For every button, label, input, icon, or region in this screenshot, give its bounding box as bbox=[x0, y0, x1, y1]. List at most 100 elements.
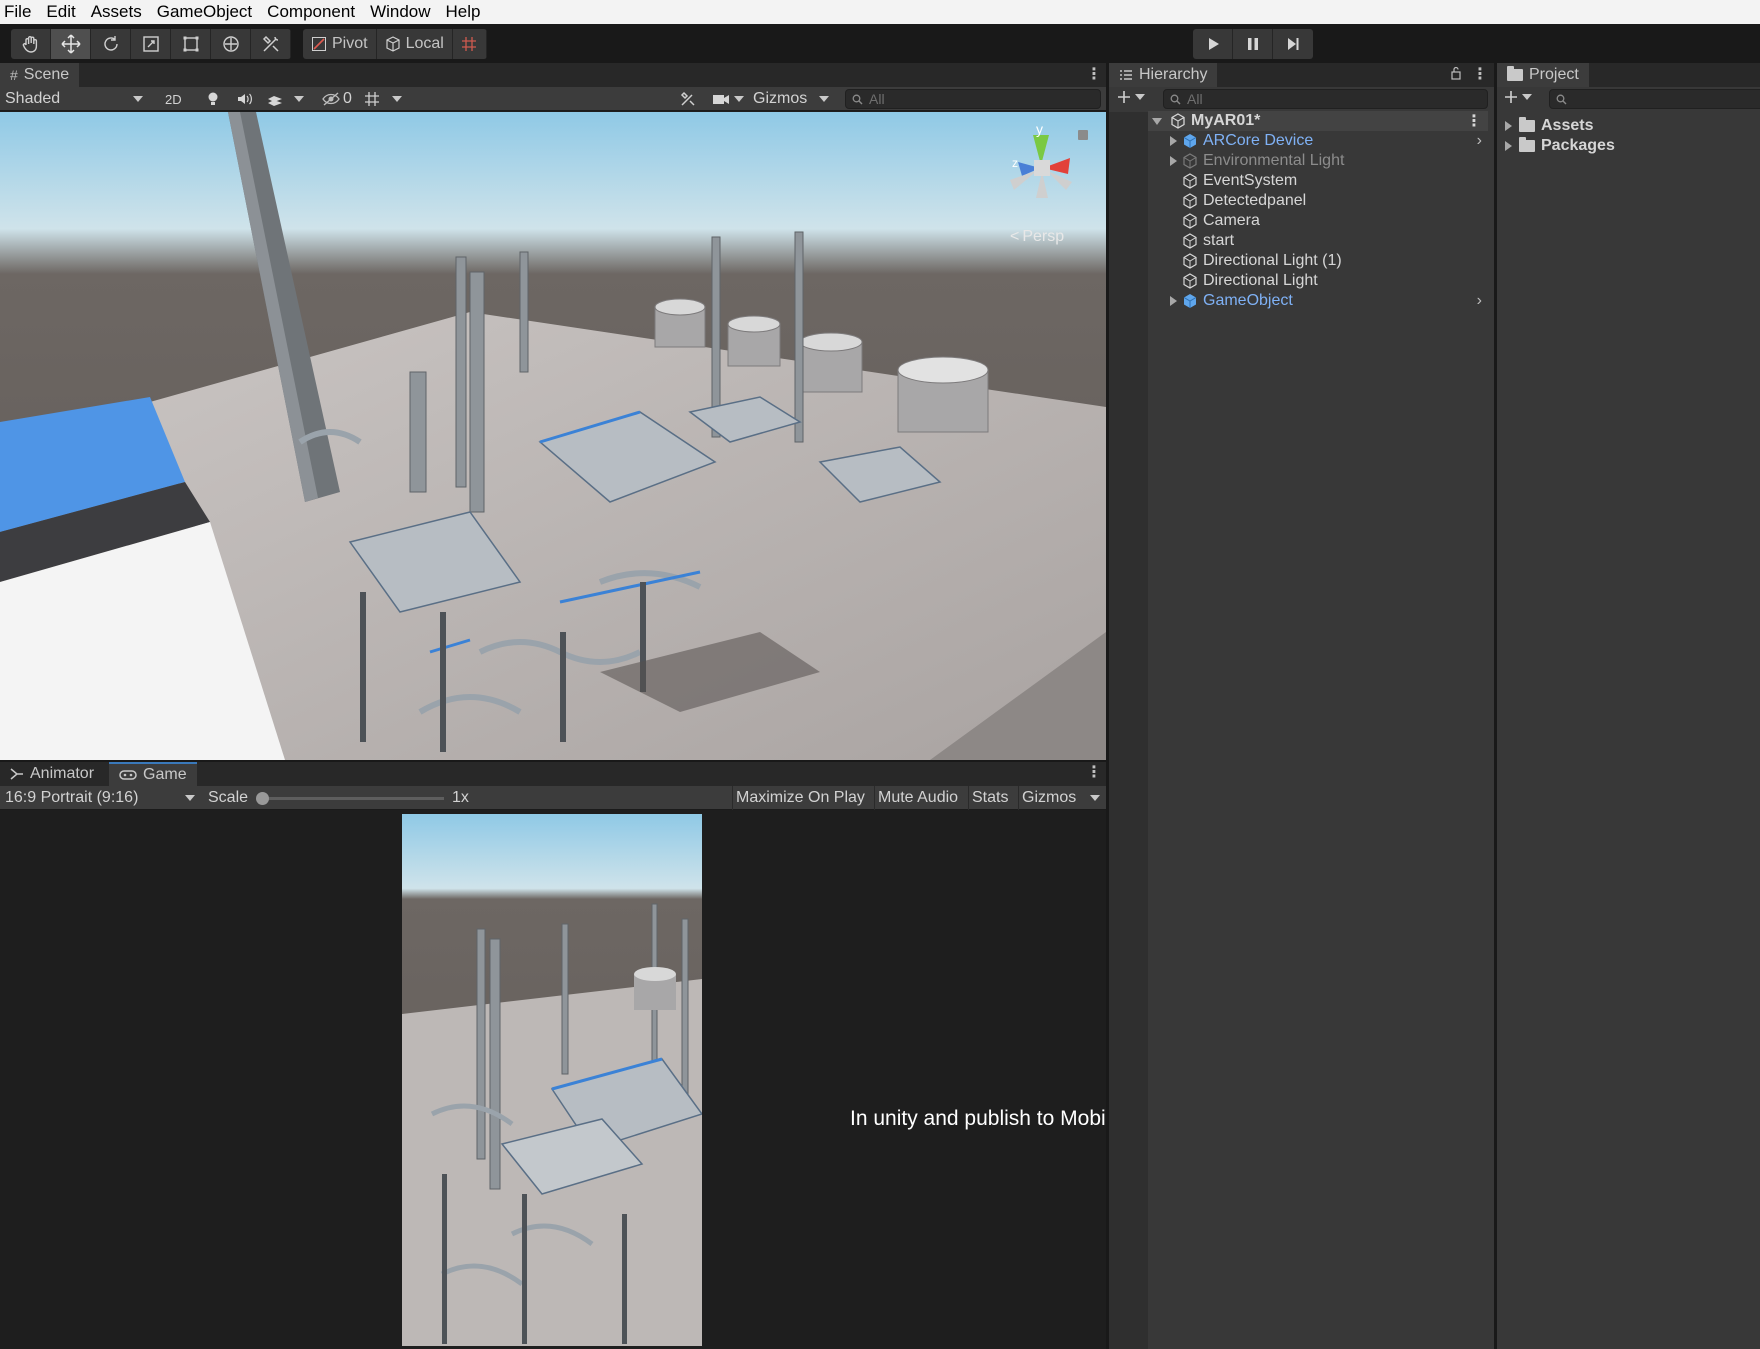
game-gizmos-dropdown[interactable]: Gizmos bbox=[1018, 786, 1103, 810]
scale-value: 1x bbox=[452, 789, 469, 806]
hierarchy-item[interactable]: start bbox=[1170, 231, 1488, 251]
mute-label: Mute Audio bbox=[878, 789, 959, 806]
hierarchy-item[interactable]: Camera bbox=[1170, 211, 1488, 231]
scene-root-row[interactable]: MyAR01* ⋮ bbox=[1148, 111, 1488, 131]
scale-tool-button[interactable] bbox=[131, 29, 171, 59]
scene-panel-menu-icon[interactable]: ⋮ bbox=[1086, 67, 1102, 83]
scale-slider-track[interactable] bbox=[258, 797, 444, 800]
grid-snap-button[interactable] bbox=[453, 29, 487, 59]
expand-arrow-icon[interactable] bbox=[1505, 141, 1512, 151]
search-icon bbox=[1170, 94, 1181, 104]
chevron-right-icon[interactable]: › bbox=[1477, 132, 1482, 150]
scene-tools-button[interactable] bbox=[680, 87, 696, 111]
gizmo-lock-icon[interactable] bbox=[1078, 130, 1088, 140]
stats-toggle[interactable]: Stats bbox=[968, 786, 1011, 810]
hierarchy-search-input[interactable]: All bbox=[1163, 89, 1488, 109]
chevron-right-icon[interactable]: › bbox=[1477, 292, 1482, 310]
gameobject-cube-icon bbox=[1183, 153, 1197, 169]
expand-arrow-icon[interactable] bbox=[1170, 156, 1177, 166]
step-button[interactable] bbox=[1273, 29, 1313, 59]
play-button[interactable] bbox=[1193, 29, 1233, 59]
project-search-input[interactable] bbox=[1549, 89, 1760, 109]
rotate-tool-button[interactable] bbox=[91, 29, 131, 59]
expand-arrow-icon[interactable] bbox=[1170, 136, 1177, 146]
menu-gameobject[interactable]: GameObject bbox=[157, 2, 252, 22]
gameobject-cube-icon bbox=[1183, 253, 1197, 269]
gizmo-axis-y: y bbox=[1036, 121, 1043, 137]
hierarchy-search-placeholder: All bbox=[1187, 91, 1203, 107]
menu-edit[interactable]: Edit bbox=[46, 2, 75, 22]
chevron-down-icon bbox=[1522, 94, 1532, 100]
pause-button[interactable] bbox=[1233, 29, 1273, 59]
hierarchy-item[interactable]: Directional Light (1) bbox=[1170, 251, 1488, 271]
scale-slider-thumb[interactable] bbox=[256, 792, 269, 805]
scene-root-menu-icon[interactable]: ⋮ bbox=[1466, 111, 1482, 131]
hierarchy-tab-label: Hierarchy bbox=[1139, 66, 1208, 83]
tab-hierarchy[interactable]: Hierarchy bbox=[1109, 63, 1218, 87]
chevron-down-icon bbox=[133, 96, 143, 102]
hand-tool-button[interactable] bbox=[11, 29, 51, 59]
move-tool-button[interactable] bbox=[51, 29, 91, 59]
panel-splitter-h[interactable] bbox=[0, 760, 1106, 762]
mute-audio-toggle[interactable]: Mute Audio bbox=[874, 786, 961, 810]
scene-search-input[interactable]: All bbox=[845, 89, 1101, 109]
local-button[interactable]: Local bbox=[377, 29, 453, 59]
refinery-game-render bbox=[402, 814, 702, 1346]
effects-dropdown[interactable] bbox=[266, 87, 304, 111]
grid-toggle[interactable] bbox=[364, 87, 402, 111]
tab-scene[interactable]: # Scene bbox=[0, 63, 80, 87]
pivot-button[interactable]: Pivot bbox=[303, 29, 377, 59]
menu-window[interactable]: Window bbox=[370, 2, 430, 22]
tab-project[interactable]: Project bbox=[1497, 63, 1589, 87]
local-cube-icon bbox=[385, 36, 400, 52]
toggle-2d-label: 2D bbox=[165, 91, 182, 107]
hierarchy-add-button[interactable] bbox=[1117, 90, 1145, 104]
camera-dropdown[interactable] bbox=[712, 87, 744, 111]
expand-arrow-icon[interactable] bbox=[1170, 296, 1177, 306]
expand-arrow-icon[interactable] bbox=[1152, 117, 1162, 125]
aspect-dropdown[interactable]: 16:9 Portrait (9:16) bbox=[5, 786, 197, 810]
project-add-button[interactable] bbox=[1504, 90, 1532, 104]
scene-viewport[interactable]: y z < Persp bbox=[0, 112, 1106, 760]
game-render-frame bbox=[402, 814, 702, 1346]
hand-tool-icon bbox=[22, 36, 37, 53]
hierarchy-item[interactable]: Directional Light bbox=[1170, 271, 1488, 291]
hierarchy-item[interactable]: Environmental Light bbox=[1170, 151, 1488, 171]
hidden-count: 0 bbox=[343, 90, 352, 107]
pivot-label: Pivot bbox=[332, 35, 368, 52]
hierarchy-item-label: GameObject bbox=[1203, 292, 1293, 309]
game-panel-menu-icon[interactable]: ⋮ bbox=[1086, 765, 1102, 781]
hidden-objects-toggle[interactable]: 0 bbox=[322, 87, 352, 111]
toggle-2d-button[interactable]: 2D bbox=[165, 87, 182, 111]
tab-game[interactable]: Game bbox=[109, 762, 197, 786]
local-label: Local bbox=[405, 35, 444, 52]
hierarchy-item[interactable]: ARCore Device › bbox=[1170, 131, 1488, 151]
search-icon bbox=[852, 94, 863, 104]
custom-tool-button[interactable] bbox=[251, 29, 291, 59]
shading-mode-dropdown[interactable]: Shaded bbox=[5, 87, 145, 111]
menu-component[interactable]: Component bbox=[267, 2, 355, 22]
hierarchy-item[interactable]: Detectedpanel bbox=[1170, 191, 1488, 211]
lock-icon[interactable] bbox=[1450, 66, 1462, 80]
hierarchy-item-label: Camera bbox=[1203, 212, 1260, 229]
plus-icon bbox=[1118, 91, 1130, 103]
menu-assets[interactable]: Assets bbox=[91, 2, 142, 22]
hierarchy-panel-menu-icon[interactable]: ⋮ bbox=[1472, 67, 1488, 83]
hierarchy-item[interactable]: GameObject › bbox=[1170, 291, 1488, 311]
rect-tool-button[interactable] bbox=[171, 29, 211, 59]
maximize-on-play-toggle[interactable]: Maximize On Play bbox=[732, 786, 868, 810]
folder-icon bbox=[1519, 117, 1535, 132]
lighting-toggle[interactable] bbox=[205, 87, 221, 111]
transform-tool-button[interactable] bbox=[211, 29, 251, 59]
audio-toggle[interactable] bbox=[236, 87, 254, 111]
menu-file[interactable]: File bbox=[4, 2, 31, 22]
expand-arrow-icon[interactable] bbox=[1505, 121, 1512, 131]
menu-help[interactable]: Help bbox=[446, 2, 481, 22]
projection-toggle[interactable]: < Persp bbox=[1010, 228, 1064, 246]
project-folder-assets[interactable]: Assets bbox=[1505, 116, 1593, 136]
gizmos-dropdown[interactable]: Gizmos bbox=[753, 87, 830, 111]
project-folder-packages[interactable]: Packages bbox=[1505, 136, 1615, 156]
tab-animator[interactable]: Animator bbox=[0, 762, 105, 786]
camera-icon bbox=[713, 95, 729, 104]
hierarchy-item[interactable]: EventSystem bbox=[1170, 171, 1488, 191]
